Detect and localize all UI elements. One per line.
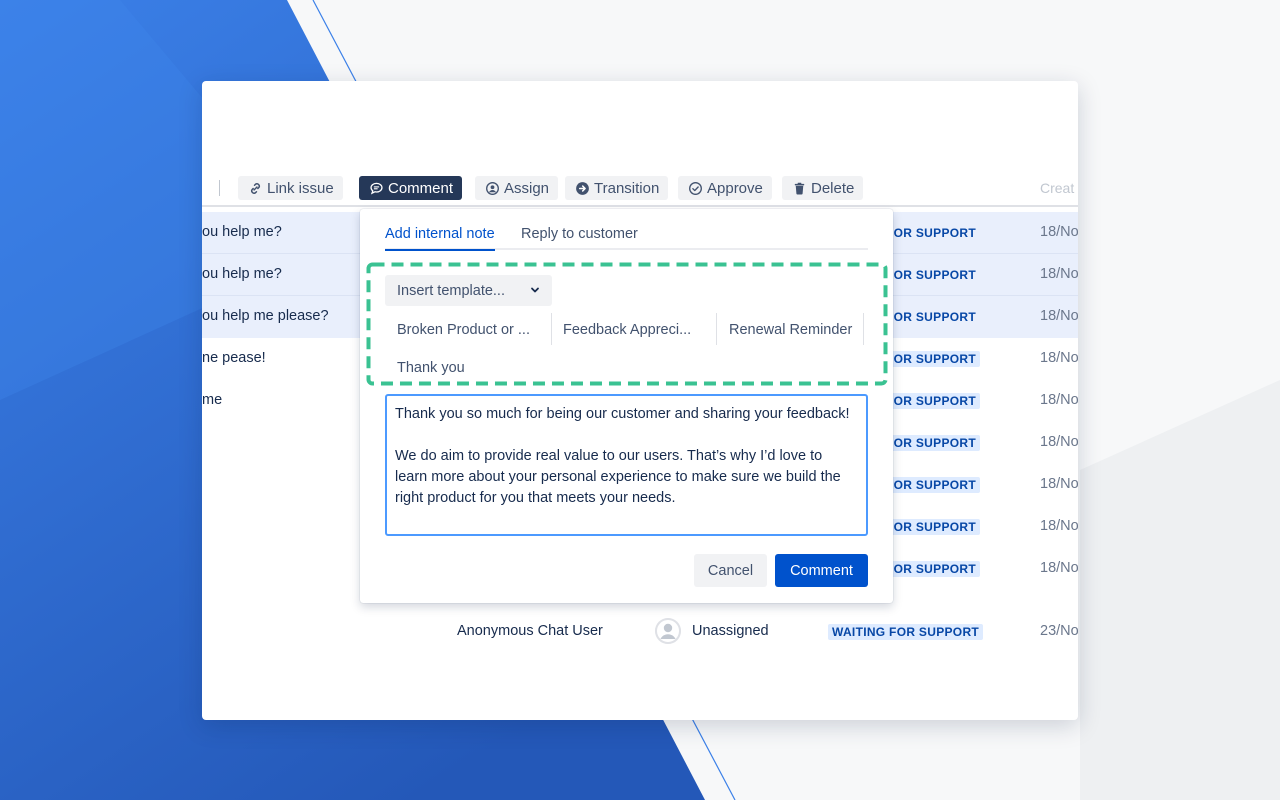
comment-popup: Add internal note Reply to customer Inse… [360, 209, 893, 603]
row-created-date: 18/No [1040, 476, 1078, 492]
assignee-name[interactable]: Unassigned [692, 623, 769, 639]
user-avatar-icon [655, 618, 681, 644]
template-divider [863, 313, 864, 345]
status-badge: FOR SUPPORT [886, 351, 980, 367]
row-created-date: 18/No [1040, 308, 1078, 324]
row-created-date: 18/No [1040, 224, 1078, 240]
user-circle-icon [486, 181, 499, 195]
editor-paragraph: We do aim to provide real value to our u… [395, 448, 841, 506]
assign-label: Assign [504, 179, 550, 197]
status-badge: FOR SUPPORT [886, 310, 976, 324]
template-item-feedback-appreciation[interactable]: Feedback Appreci... [563, 314, 691, 345]
avatar [655, 618, 681, 644]
delete-button[interactable]: Delete [782, 176, 864, 200]
delete-label: Delete [811, 179, 855, 197]
comment-tabs: Add internal note Reply to customer [385, 226, 868, 251]
template-item-renewal-reminder[interactable]: Renewal Reminder [729, 314, 852, 345]
created-column-header[interactable]: Creat [1040, 180, 1074, 196]
header-divider [202, 205, 1078, 207]
editor-blank-line [395, 425, 858, 446]
link-issue-button[interactable]: Link issue [238, 176, 343, 200]
row-summary[interactable]: ou help me? [202, 266, 282, 282]
table-row[interactable]: Anonymous Chat User Unassigned WAITING F… [202, 616, 1078, 646]
trash-icon [794, 182, 805, 195]
reporter-name: Anonymous Chat User [457, 623, 603, 639]
status-badge: FOR SUPPORT [886, 393, 980, 409]
row-created-date: 18/No [1040, 266, 1078, 282]
status-badge: WAITING FOR SUPPORT [828, 624, 984, 640]
template-item-broken-product[interactable]: Broken Product or ... [397, 314, 530, 345]
status-badge: FOR SUPPORT [886, 268, 976, 282]
row-created-date: 18/No [1040, 350, 1078, 366]
approve-button[interactable]: Approve [678, 176, 772, 200]
template-divider [716, 313, 717, 345]
transition-button[interactable]: Transition [565, 176, 669, 200]
comment-toolbar-button[interactable]: Comment [359, 176, 463, 200]
row-created-date: 18/No [1040, 434, 1078, 450]
insert-template-dropdown[interactable]: Insert template... [385, 275, 552, 306]
insert-template-label: Insert template... [397, 282, 505, 299]
tab-add-internal-note[interactable]: Add internal note [385, 226, 495, 251]
row-created-date: 18/No [1040, 392, 1078, 408]
template-divider [551, 313, 552, 345]
row-summary[interactable]: ou help me? [202, 224, 282, 240]
check-circle-icon [689, 181, 702, 195]
row-summary[interactable]: me [202, 392, 222, 408]
template-section: Insert template... Broken Product or ...… [366, 262, 888, 386]
row-summary[interactable]: ou help me please? [202, 308, 329, 324]
row-summary[interactable]: ne pease! [202, 350, 266, 366]
link-icon [251, 182, 260, 194]
row-created-date: 18/No [1040, 560, 1078, 576]
status-badge: FOR SUPPORT [886, 226, 976, 240]
row-created-date: 23/No [1040, 623, 1078, 639]
link-issue-label: Link issue [267, 179, 334, 197]
status-badge: FOR SUPPORT [886, 519, 980, 535]
bulk-action-toolbar: Link issue Comment Assign Transition App… [202, 175, 1078, 201]
status-badge: FOR SUPPORT [886, 435, 980, 451]
transition-label: Transition [594, 179, 660, 197]
comment-editor[interactable]: Thank you so much for being our customer… [385, 394, 868, 536]
approve-label: Approve [707, 179, 763, 197]
assign-button[interactable]: Assign [475, 176, 559, 200]
status-badge: FOR SUPPORT [886, 561, 980, 577]
comment-icon [370, 182, 383, 194]
arrow-circle-icon [576, 181, 589, 195]
row-created-date: 18/No [1040, 518, 1078, 534]
chevron-down-icon [531, 287, 539, 293]
tab-reply-to-customer[interactable]: Reply to customer [521, 226, 638, 242]
submit-comment-button[interactable]: Comment [775, 554, 868, 587]
template-item-thank-you[interactable]: Thank you [397, 352, 465, 383]
comment-toolbar-label: Comment [388, 179, 454, 197]
editor-paragraph: Thank you so much for being our customer… [395, 406, 850, 422]
toolbar-divider [219, 180, 220, 196]
cancel-button[interactable]: Cancel [694, 554, 767, 587]
status-badge: FOR SUPPORT [886, 477, 980, 493]
